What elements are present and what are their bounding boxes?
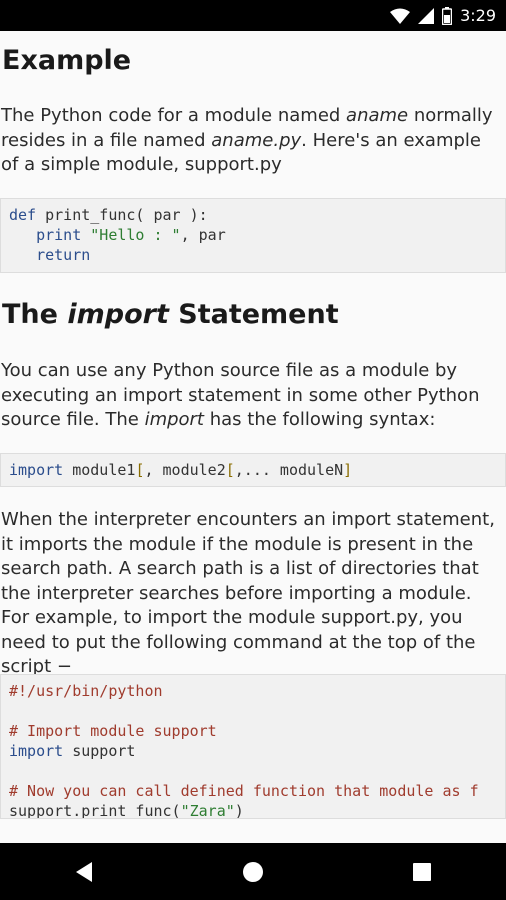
import-statement-heading: The import Statement [2, 299, 339, 330]
code-block-support-example: #!/usr/bin/python # Import module suppor… [0, 674, 506, 819]
back-icon [74, 861, 94, 883]
import-paragraph: You can use any Python source file as a … [1, 360, 480, 430]
article-content[interactable]: Example The Python code for a module nam… [0, 31, 506, 843]
example-paragraph: The Python code for a module named aname… [1, 105, 493, 175]
home-icon [242, 861, 264, 883]
status-bar: 3:29 [0, 0, 506, 31]
home-button[interactable] [223, 852, 283, 892]
code-block-print-func: def print_func( par ): print "Hello : ",… [0, 198, 506, 273]
status-time: 3:29 [460, 6, 496, 25]
interpreter-paragraph: When the interpreter encounters an impor… [1, 509, 495, 677]
recents-button[interactable] [392, 852, 452, 892]
example-heading: Example [2, 45, 132, 76]
battery-icon [442, 6, 453, 25]
navigation-bar [0, 843, 506, 900]
recents-icon [412, 862, 432, 882]
code-block-import-syntax: import module1[, module2[,... moduleN] [0, 453, 506, 487]
wifi-icon [390, 8, 411, 24]
back-button[interactable] [54, 852, 114, 892]
signal-icon [418, 7, 435, 24]
